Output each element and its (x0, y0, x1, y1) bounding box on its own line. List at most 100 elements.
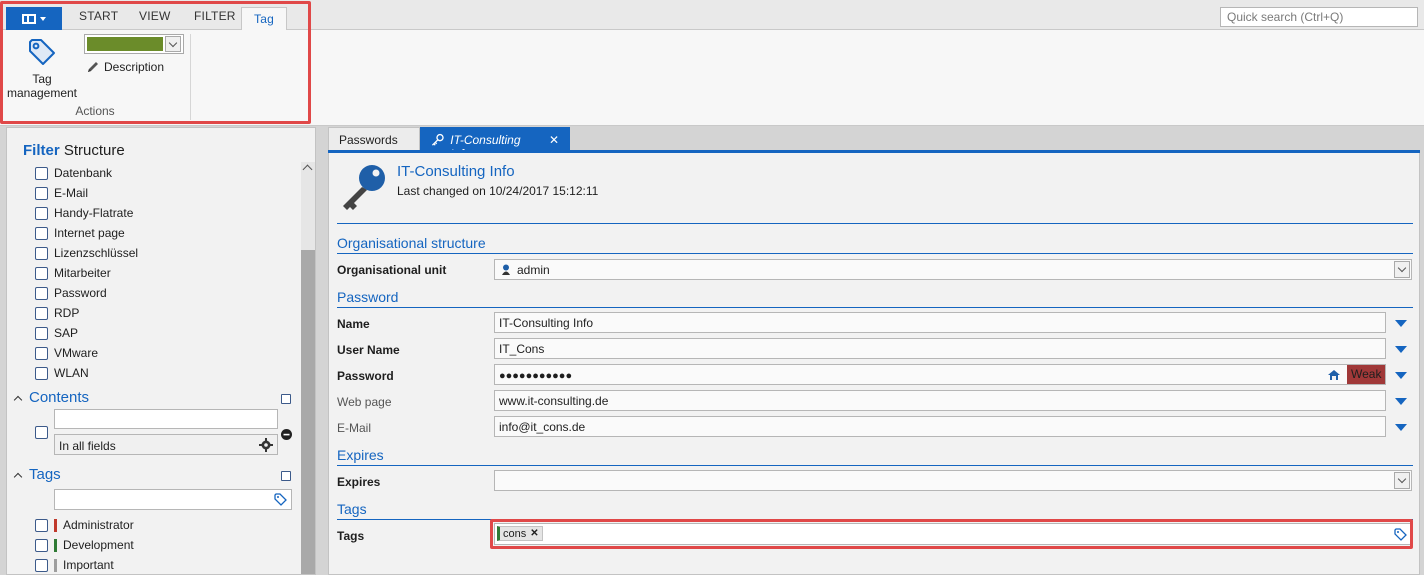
password-label: Password (337, 369, 394, 383)
username-field[interactable]: IT_Cons (494, 338, 1386, 359)
structure-label: Handy-Flatrate (54, 206, 134, 220)
tags-checkbox[interactable] (281, 471, 291, 481)
tag-color-bar (54, 518, 57, 532)
structure-label: Datenbank (54, 166, 113, 180)
checkbox[interactable] (35, 266, 48, 280)
collapse-icon[interactable] (13, 395, 23, 404)
checkbox[interactable] (35, 538, 48, 552)
highlight-tags-field (490, 519, 1413, 549)
field-dropdown-icon[interactable] (1395, 372, 1407, 379)
structure-item[interactable]: Mitarbeiter (35, 266, 111, 280)
checkbox[interactable] (35, 346, 48, 360)
contents-header-label: Contents (29, 389, 90, 406)
section-expires: Expires (337, 447, 384, 463)
structure-item[interactable]: VMware (35, 346, 98, 360)
tag-color-bar (54, 538, 57, 552)
chevron-down-icon[interactable] (1394, 261, 1410, 278)
divider (337, 307, 1413, 308)
quick-search-input[interactable]: Quick search (Ctrl+Q) (1220, 7, 1418, 27)
structure-item[interactable]: WLAN (35, 366, 89, 380)
divider (337, 253, 1413, 254)
checkbox[interactable] (35, 186, 48, 200)
checkbox[interactable] (35, 326, 48, 340)
contents-search-input[interactable] (54, 409, 278, 429)
scroll-thumb[interactable] (301, 250, 315, 574)
structure-item[interactable]: Datenbank (35, 166, 112, 180)
tag-icon[interactable] (274, 493, 287, 506)
section-organisational-structure: Organisational structure (337, 235, 486, 251)
structure-item[interactable]: RDP (35, 306, 79, 320)
webpage-field[interactable]: www.it-consulting.de (494, 390, 1386, 411)
tab-passwords[interactable]: Passwords (328, 127, 420, 151)
structure-item[interactable]: Handy-Flatrate (35, 206, 133, 220)
structure-label: E-Mail (54, 186, 89, 200)
password-strength-badge: Weak (1347, 365, 1385, 384)
password-field[interactable]: ●●●●●●●●●●● Weak (494, 364, 1386, 385)
checkbox[interactable] (35, 286, 48, 300)
divider (337, 465, 1413, 466)
gear-icon[interactable] (259, 438, 273, 452)
structure-label: Password (54, 286, 107, 300)
structure-item[interactable]: E-Mail (35, 186, 88, 200)
field-dropdown-icon[interactable] (1395, 346, 1407, 353)
divider (337, 223, 1413, 224)
filter-scrollbar[interactable] (301, 162, 315, 574)
expires-select[interactable] (494, 470, 1412, 491)
tag-filter-item[interactable]: Important (35, 558, 114, 572)
org-unit-select[interactable]: admin (494, 259, 1412, 280)
checkbox[interactable] (35, 366, 48, 380)
structure-label: Lizenzschlüssel (54, 246, 139, 260)
email-label: E-Mail (337, 421, 372, 435)
email-field[interactable]: info@it_cons.de (494, 416, 1386, 437)
org-unit-label: Organisational unit (337, 263, 447, 277)
field-dropdown-icon[interactable] (1395, 424, 1407, 431)
structure-item[interactable]: Password (35, 286, 107, 300)
checkbox[interactable] (35, 206, 48, 220)
tag-label: Development (63, 538, 134, 552)
field-dropdown-icon[interactable] (1395, 320, 1407, 327)
structure-label: Mitarbeiter (54, 266, 111, 280)
chevron-down-icon[interactable] (1394, 472, 1410, 489)
field-dropdown-icon[interactable] (1395, 398, 1407, 405)
close-icon[interactable]: ✕ (549, 133, 559, 147)
filter-title: Filter Structure (23, 142, 125, 159)
tags-section-header[interactable]: Tags (13, 466, 61, 483)
tags-filter-input[interactable] (54, 489, 292, 510)
filter-title-prefix: Filter (23, 142, 60, 159)
filter-panel: Filter Structure Datenbank E-Mail Handy-… (6, 127, 316, 575)
name-field[interactable]: IT-Consulting Info (494, 312, 1386, 333)
tag-filter-item[interactable]: Administrator (35, 518, 134, 532)
password-detail: IT-Consulting Info Last changed on 10/24… (328, 153, 1420, 575)
remove-icon[interactable] (281, 429, 292, 440)
tags-label: Tags (337, 529, 365, 543)
checkbox[interactable] (35, 226, 48, 240)
checkbox[interactable] (35, 246, 48, 260)
structure-label: Internet page (54, 226, 125, 240)
structure-label: WLAN (54, 366, 89, 380)
checkbox[interactable] (35, 166, 48, 180)
org-unit-icon (502, 264, 510, 275)
section-password: Password (337, 289, 399, 305)
checkbox[interactable] (35, 306, 48, 320)
structure-item[interactable]: SAP (35, 326, 78, 340)
key-icon (431, 133, 444, 146)
contents-scope-select[interactable]: In all fields (54, 434, 278, 455)
tag-color-bar (54, 558, 57, 572)
contents-scope-value: In all fields (59, 439, 116, 453)
checkbox[interactable] (35, 558, 48, 572)
structure-item[interactable]: Internet page (35, 226, 125, 240)
tab-label: Passwords (339, 133, 398, 147)
contents-enable-checkbox[interactable] (35, 426, 48, 439)
contents-section-header[interactable]: Contents (13, 389, 90, 406)
password-generator-icon[interactable] (1327, 369, 1341, 381)
structure-item[interactable]: Lizenzschlüssel (35, 246, 138, 260)
collapse-icon[interactable] (13, 472, 23, 481)
tag-filter-item[interactable]: Development (35, 538, 134, 552)
tag-label: Administrator (63, 518, 134, 532)
checkbox[interactable] (35, 518, 48, 532)
tab-it-consulting-info[interactable]: IT-Consulting Info ✕ (420, 127, 570, 161)
tags-header-label: Tags (29, 466, 61, 483)
scroll-up-icon[interactable] (302, 164, 313, 175)
highlight-ribbon (0, 1, 311, 124)
contents-checkbox[interactable] (281, 394, 291, 404)
